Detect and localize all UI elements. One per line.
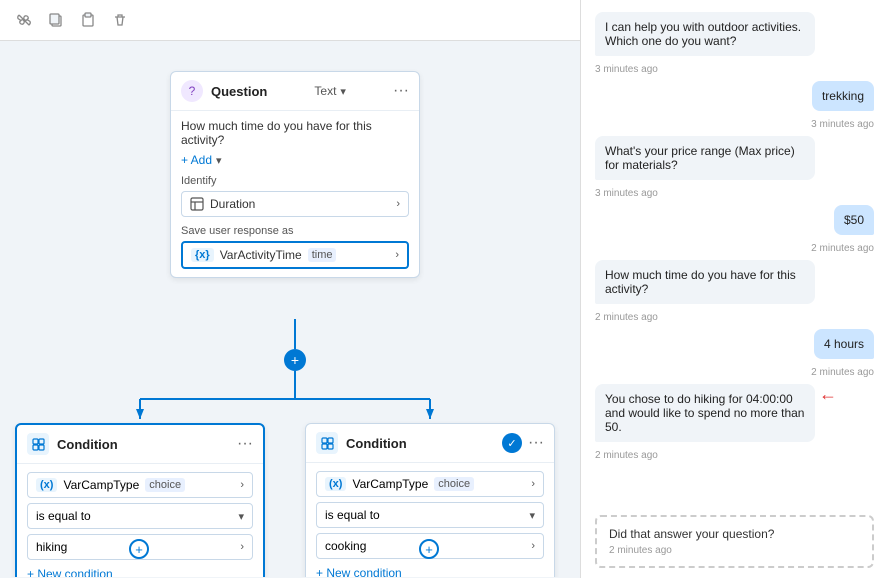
condition-2-menu[interactable]: ···	[528, 434, 544, 452]
condition-1-equal-row[interactable]: is equal to ▾	[27, 503, 253, 529]
cond1-choice: choice	[145, 478, 185, 492]
bot-msg-1: I can help you with outdoor activities. …	[595, 12, 815, 56]
question-icon: ?	[181, 80, 203, 102]
question-title: Question	[211, 84, 267, 99]
bot-msg-3: How much time do you have for this activ…	[595, 260, 815, 304]
question-text: How much time do you have for this activ…	[181, 119, 409, 147]
cond2-var-name: VarCampType	[352, 477, 428, 491]
identify-row[interactable]: Duration ›	[181, 191, 409, 217]
var-name: VarActivityTime	[220, 248, 302, 262]
copy-icon[interactable]	[46, 10, 66, 30]
identify-label: Identify	[181, 175, 409, 187]
type-chevron: ▾	[340, 85, 346, 98]
identify-chevron: ›	[396, 198, 400, 210]
save-row[interactable]: {x} VarActivityTime time ›	[181, 241, 409, 269]
paste-icon[interactable]	[78, 10, 98, 30]
question-card: ? Question Text ▾ ··· How much time do y…	[170, 71, 420, 278]
condition-1-new-btn[interactable]: + New condition	[27, 565, 253, 577]
condition-1-header: Condition ···	[17, 425, 263, 464]
user-msg-1-time: 3 minutes ago	[811, 119, 874, 130]
chat-messages: I can help you with outdoor activities. …	[581, 0, 888, 509]
user-msg-3: 4 hours	[814, 329, 874, 359]
top-plus-button[interactable]: +	[284, 349, 306, 371]
arrow-indicator: ←	[819, 384, 837, 405]
condition-2-new-btn[interactable]: + New condition	[316, 564, 544, 577]
save-chevron: ›	[395, 249, 399, 261]
condition-2-icon	[316, 432, 338, 454]
condition-1-menu[interactable]: ···	[237, 435, 253, 453]
cond2-var-badge: (x)	[325, 477, 346, 491]
final-box: Did that answer your question? 2 minutes…	[595, 515, 874, 568]
delete-icon[interactable]	[110, 10, 130, 30]
condition-1-title: Condition	[57, 437, 118, 452]
final-box-text: Did that answer your question?	[609, 527, 860, 541]
cond1-var-badge: (x)	[36, 478, 57, 492]
bottom-plus-right[interactable]: +	[419, 539, 439, 559]
bot-msg-3-time: 2 minutes ago	[595, 312, 658, 323]
bottom-plus-left[interactable]: +	[129, 539, 149, 559]
question-body: How much time do you have for this activ…	[171, 111, 419, 277]
user-msg-3-time: 2 minutes ago	[811, 367, 874, 378]
condition-1-var-row[interactable]: (x) VarCampType choice ›	[27, 472, 253, 498]
save-label: Save user response as	[181, 225, 409, 237]
question-header: ? Question Text ▾ ···	[171, 72, 419, 111]
cond1-var-name: VarCampType	[63, 478, 139, 492]
identify-field: Duration	[210, 197, 255, 211]
bot-msg-2-time: 3 minutes ago	[595, 188, 658, 199]
bot-msg-2: What's your price range (Max price) for …	[595, 136, 815, 180]
bot-msg-4-container: You chose to do hiking for 04:00:00 and …	[595, 384, 874, 442]
chat-panel: I can help you with outdoor activities. …	[580, 0, 888, 578]
condition-1-icon	[27, 433, 49, 455]
condition-2-title: Condition	[346, 436, 407, 451]
user-msg-2-time: 2 minutes ago	[811, 243, 874, 254]
var-type: time	[308, 248, 337, 262]
final-box-time: 2 minutes ago	[609, 545, 860, 556]
user-msg-2: $50	[834, 205, 874, 235]
cut-icon[interactable]	[14, 10, 34, 30]
condition-2-var-row[interactable]: (x) VarCampType choice ›	[316, 471, 544, 497]
question-menu[interactable]: ···	[393, 82, 409, 100]
check-icon: ✓	[502, 433, 522, 453]
add-button[interactable]: + Add ▾	[181, 153, 409, 167]
condition-2-header: Condition ✓ ···	[306, 424, 554, 463]
condition-2-equal-row[interactable]: is equal to ▾	[316, 502, 544, 528]
bot-msg-4-time: 2 minutes ago	[595, 450, 658, 461]
condition-1-body: (x) VarCampType choice › is equal to ▾ h…	[17, 464, 263, 577]
question-type[interactable]: Text ▾	[314, 84, 346, 98]
toolbar	[0, 0, 580, 41]
condition-2-body: (x) VarCampType choice › is equal to ▾ c…	[306, 463, 554, 577]
var-badge: {x}	[191, 248, 214, 262]
flow-panel: ? Question Text ▾ ··· How much time do y…	[0, 0, 580, 578]
cond2-choice: choice	[434, 477, 474, 491]
bot-msg-4: You chose to do hiking for 04:00:00 and …	[595, 384, 815, 442]
user-msg-1: trekking	[812, 81, 874, 111]
add-chevron: ▾	[216, 154, 222, 167]
bot-msg-1-time: 3 minutes ago	[595, 64, 658, 75]
table-icon	[190, 197, 204, 211]
flow-canvas: ? Question Text ▾ ··· How much time do y…	[0, 41, 580, 577]
